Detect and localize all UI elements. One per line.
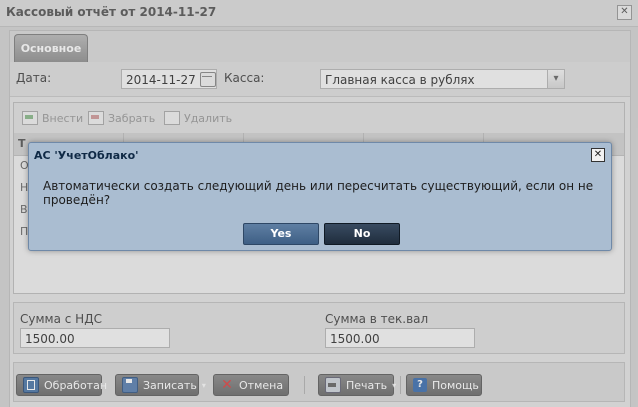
dialog-message: Автоматически создать следующий день или…: [43, 179, 594, 207]
yes-button[interactable]: Yes: [243, 223, 319, 245]
dialog-title: АС 'УчетОблако': [34, 149, 139, 162]
dialog-close-icon[interactable]: ✕: [591, 148, 605, 162]
confirm-dialog: АС 'УчетОблако' ✕ Автоматически создать …: [28, 142, 612, 251]
no-button[interactable]: No: [324, 223, 400, 245]
